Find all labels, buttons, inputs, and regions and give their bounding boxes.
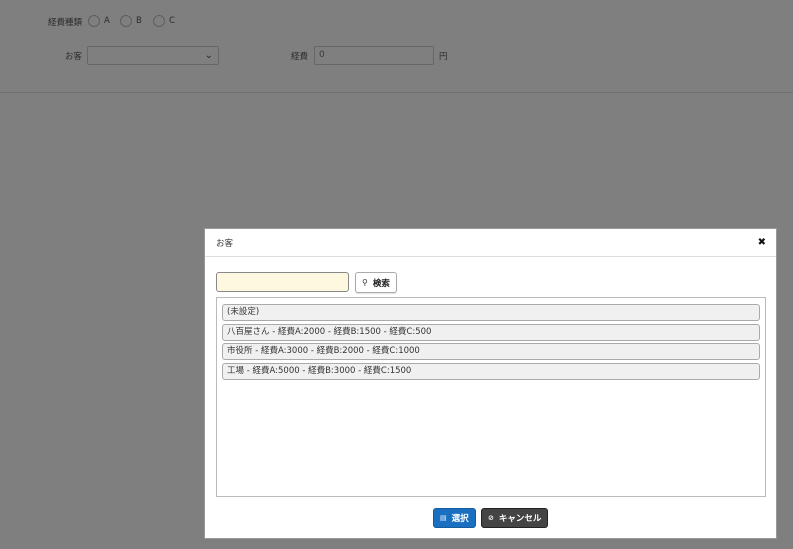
search-icon: ⚲ bbox=[362, 278, 368, 287]
customer-list: (未設定) 八百屋さん - 経費A:2000 - 経費B:1500 - 経費C:… bbox=[216, 297, 766, 497]
list-item[interactable]: (未設定) bbox=[222, 304, 760, 321]
cancel-icon: ⊘ bbox=[488, 514, 494, 522]
cancel-button-label: キャンセル bbox=[498, 514, 542, 524]
customer-dialog: お客 ✖ ⚲ 検索 (未設定) 八百屋さん - 経費A:2000 - 経費B:1… bbox=[204, 228, 777, 539]
list-item[interactable]: 工場 - 経費A:5000 - 経費B:3000 - 経費C:1500 bbox=[222, 363, 760, 380]
close-icon[interactable]: ✖ bbox=[758, 237, 766, 248]
search-button-label: 検索 bbox=[372, 278, 390, 289]
save-icon: ▤ bbox=[440, 514, 447, 522]
select-button[interactable]: ▤ 選択 bbox=[433, 508, 476, 528]
cancel-button[interactable]: ⊘ キャンセル bbox=[481, 508, 549, 528]
list-item[interactable]: 八百屋さん - 経費A:2000 - 経費B:1500 - 経費C:500 bbox=[222, 324, 760, 341]
search-button[interactable]: ⚲ 検索 bbox=[355, 272, 397, 293]
search-input[interactable] bbox=[216, 272, 349, 292]
select-button-label: 選択 bbox=[451, 514, 469, 524]
list-item[interactable]: 市役所 - 経費A:3000 - 経費B:2000 - 経費C:1000 bbox=[222, 343, 760, 360]
dialog-header: お客 ✖ bbox=[205, 229, 776, 257]
dialog-title: お客 bbox=[216, 239, 234, 249]
